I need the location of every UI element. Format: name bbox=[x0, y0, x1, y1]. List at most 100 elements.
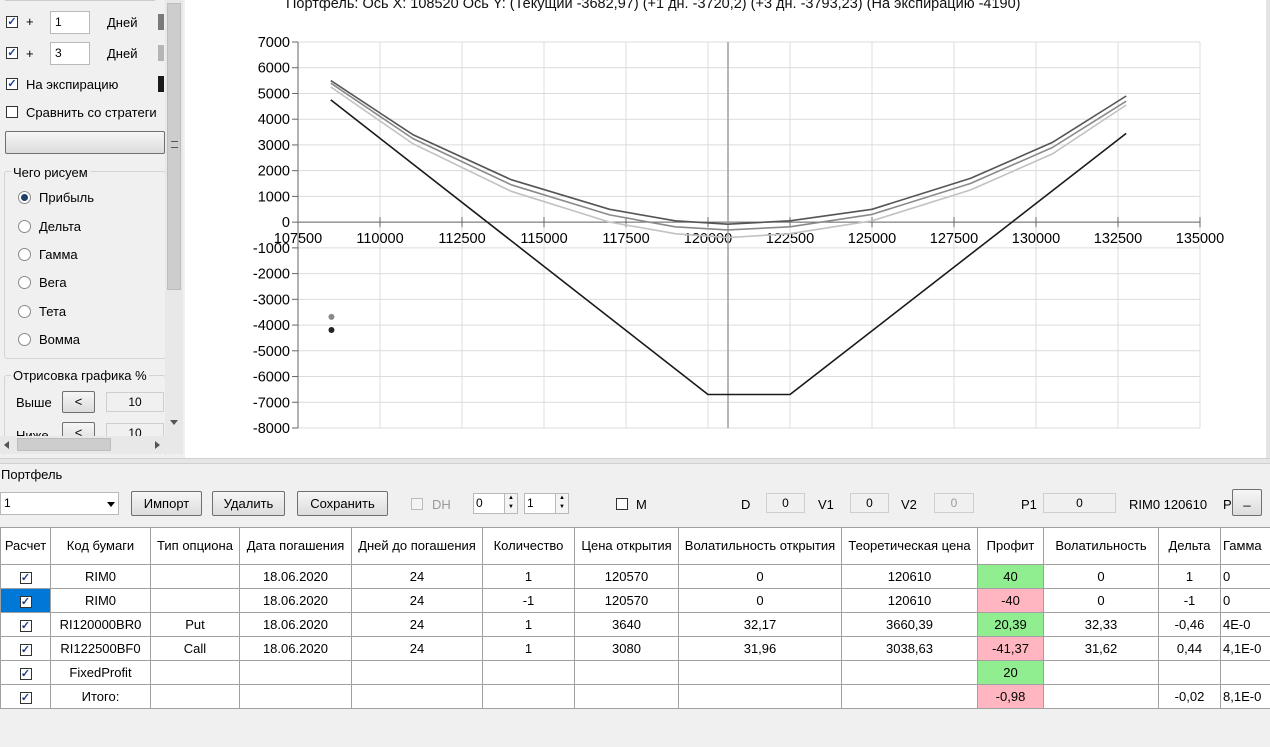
plus3-checkbox[interactable]: ✓ bbox=[6, 47, 18, 59]
cell-volatility[interactable]: 32,33 bbox=[1043, 612, 1159, 637]
cell-expiry-date[interactable] bbox=[239, 684, 352, 709]
radio-theta[interactable] bbox=[18, 305, 31, 318]
p1-value[interactable]: 0 bbox=[1043, 493, 1116, 513]
header-days-to-expiry[interactable]: Дней до погашения bbox=[351, 527, 483, 565]
cell-option-type[interactable]: Call bbox=[150, 636, 240, 661]
cell-code[interactable]: Итого: bbox=[50, 684, 151, 709]
cell-gamma[interactable]: 0 bbox=[1220, 588, 1270, 613]
table-row[interactable]: ✓ RIM0 18.06.2020 24 -1 120570 0 120610 -40 0 -1 0 bbox=[0, 588, 1270, 613]
cell-open-volatility[interactable]: 0 bbox=[678, 588, 842, 613]
portfolio-select[interactable]: 1 bbox=[0, 492, 119, 515]
header-calc[interactable]: Расчет bbox=[0, 527, 51, 565]
cell-expiry-date[interactable] bbox=[239, 660, 352, 685]
header-open-price[interactable]: Цена открытия bbox=[574, 527, 679, 565]
cell-profit[interactable]: -0,98 bbox=[977, 684, 1044, 709]
dh-checkbox[interactable] bbox=[411, 498, 423, 510]
cell-days-to-expiry[interactable]: 24 bbox=[351, 588, 483, 613]
left-vertical-scroll-thumb[interactable] bbox=[167, 3, 181, 290]
table-row[interactable]: ✓ RI122500BF0 Call 18.06.2020 24 1 3080 31,96 30… bbox=[0, 636, 1270, 661]
row-calc-cell[interactable]: ✓ bbox=[0, 612, 51, 637]
cell-quantity[interactable]: 1 bbox=[482, 636, 575, 661]
d-value[interactable]: 0 bbox=[766, 493, 805, 513]
cell-delta[interactable]: 1 bbox=[1158, 564, 1221, 589]
chevron-down-icon[interactable] bbox=[107, 502, 115, 507]
spin1-input[interactable]: 0 ▲ ▼ bbox=[473, 493, 518, 514]
row-calc-checkbox[interactable]: ✓ bbox=[19, 643, 32, 656]
cell-volatility[interactable]: 0 bbox=[1043, 564, 1159, 589]
m-checkbox[interactable] bbox=[616, 498, 628, 510]
cell-volatility[interactable]: 31,62 bbox=[1043, 636, 1159, 661]
compare-checkbox[interactable] bbox=[6, 106, 18, 118]
splitter[interactable] bbox=[0, 458, 1270, 464]
header-profit[interactable]: Профит bbox=[977, 527, 1044, 565]
cell-gamma[interactable]: 4E-0 bbox=[1220, 612, 1270, 637]
save-button[interactable]: Сохранить bbox=[297, 491, 388, 516]
table-row[interactable]: ✓ Итого: -0,98 -0,02 8,1E-0 bbox=[0, 684, 1270, 709]
cell-quantity[interactable]: 1 bbox=[482, 564, 575, 589]
cell-expiry-date[interactable]: 18.06.2020 bbox=[239, 612, 352, 637]
cell-delta[interactable]: 0,44 bbox=[1158, 636, 1221, 661]
spin1-arrows-icon[interactable]: ▲ ▼ bbox=[504, 494, 517, 513]
spin2-input[interactable]: 1 ▲ ▼ bbox=[524, 493, 569, 514]
cell-open-volatility[interactable] bbox=[678, 684, 842, 709]
table-row[interactable]: ✓ RI120000BR0 Put 18.06.2020 24 1 3640 32,17 366… bbox=[0, 612, 1270, 637]
cell-volatility[interactable]: 0 bbox=[1043, 588, 1159, 613]
cell-days-to-expiry[interactable]: 24 bbox=[351, 636, 483, 661]
row-calc-checkbox[interactable]: ✓ bbox=[19, 595, 32, 608]
cell-volatility[interactable] bbox=[1043, 660, 1159, 685]
row-calc-checkbox[interactable]: ✓ bbox=[19, 667, 32, 680]
minimize-button[interactable]: _ bbox=[1232, 489, 1262, 516]
cell-code[interactable]: RIM0 bbox=[50, 588, 151, 613]
cell-delta[interactable]: -0,46 bbox=[1158, 612, 1221, 637]
cell-code[interactable]: RI120000BR0 bbox=[50, 612, 151, 637]
scroll-down-arrow-icon[interactable] bbox=[170, 420, 178, 425]
cell-theoretical-price[interactable]: 3660,39 bbox=[841, 612, 978, 637]
cell-option-type[interactable] bbox=[150, 684, 240, 709]
row-calc-cell[interactable]: ✓ bbox=[0, 660, 51, 685]
cell-open-price[interactable] bbox=[574, 660, 679, 685]
cell-open-price[interactable]: 120570 bbox=[574, 588, 679, 613]
scroll-left-arrow-icon[interactable] bbox=[4, 441, 9, 449]
cell-delta[interactable]: -0,02 bbox=[1158, 684, 1221, 709]
cell-theoretical-price[interactable]: 120610 bbox=[841, 588, 978, 613]
cell-code[interactable]: FixedProfit bbox=[50, 660, 151, 685]
cell-open-price[interactable]: 120570 bbox=[574, 564, 679, 589]
v2-value[interactable]: 0 bbox=[934, 493, 974, 513]
left-horizontal-scroll-thumb[interactable] bbox=[17, 438, 111, 451]
row-calc-checkbox[interactable]: ✓ bbox=[19, 619, 32, 632]
cell-gamma[interactable]: 4,1E-0 bbox=[1220, 636, 1270, 661]
header-quantity[interactable]: Количество bbox=[482, 527, 575, 565]
header-expiry-date[interactable]: Дата погашения bbox=[239, 527, 352, 565]
row-calc-cell[interactable]: ✓ bbox=[0, 564, 51, 589]
expiration-checkbox[interactable]: ✓ bbox=[6, 78, 18, 90]
cell-theoretical-price[interactable]: 120610 bbox=[841, 564, 978, 589]
header-theoretical-price[interactable]: Теоретическая цена bbox=[841, 527, 978, 565]
cell-profit[interactable]: 20,39 bbox=[977, 612, 1044, 637]
radio-vega[interactable] bbox=[18, 276, 31, 289]
cell-open-price[interactable]: 3640 bbox=[574, 612, 679, 637]
radio-vomma[interactable] bbox=[18, 333, 31, 346]
cell-profit[interactable]: -40 bbox=[977, 588, 1044, 613]
radio-delta[interactable] bbox=[18, 220, 31, 233]
cell-volatility[interactable] bbox=[1043, 684, 1159, 709]
spin2-arrows-icon[interactable]: ▲ ▼ bbox=[555, 494, 568, 513]
cell-expiry-date[interactable]: 18.06.2020 bbox=[239, 588, 352, 613]
cell-open-price[interactable]: 3080 bbox=[574, 636, 679, 661]
row-calc-checkbox[interactable]: ✓ bbox=[19, 571, 32, 584]
plus1-days-input[interactable]: 1 bbox=[50, 11, 90, 34]
row-calc-cell[interactable]: ✓ bbox=[0, 636, 51, 661]
radio-profit[interactable] bbox=[18, 191, 31, 204]
cell-expiry-date[interactable]: 18.06.2020 bbox=[239, 564, 352, 589]
header-volatility[interactable]: Волатильность bbox=[1043, 527, 1159, 565]
plus3-days-input[interactable]: 3 bbox=[50, 42, 90, 65]
cell-code[interactable]: RI122500BF0 bbox=[50, 636, 151, 661]
cell-days-to-expiry[interactable] bbox=[351, 684, 483, 709]
cell-open-volatility[interactable] bbox=[678, 660, 842, 685]
table-row[interactable]: ✓ FixedProfit 20 bbox=[0, 660, 1270, 685]
cell-option-type[interactable]: Put bbox=[150, 612, 240, 637]
row-calc-cell[interactable]: ✓ bbox=[0, 684, 51, 709]
delete-button[interactable]: Удалить bbox=[212, 491, 285, 516]
cell-profit[interactable]: 40 bbox=[977, 564, 1044, 589]
cell-option-type[interactable] bbox=[150, 588, 240, 613]
cell-quantity[interactable] bbox=[482, 684, 575, 709]
